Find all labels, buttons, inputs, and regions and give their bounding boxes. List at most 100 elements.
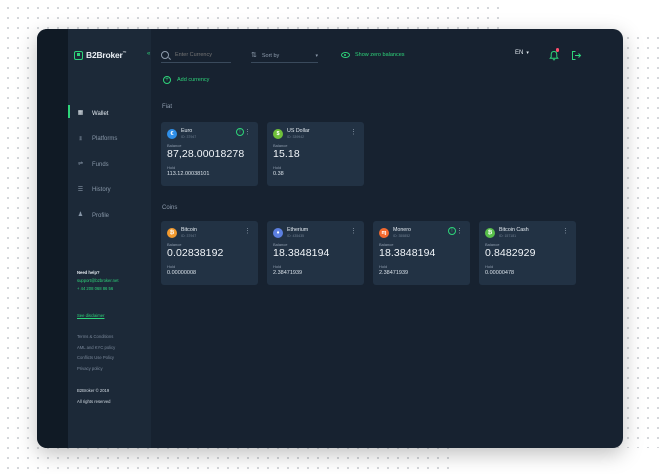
currency-card-euro[interactable]: € Euro ID: 37947 ! ⋮ Balance 87,28.00018… xyxy=(161,122,258,186)
brand-mark-icon xyxy=(74,50,83,60)
brand-logo[interactable]: B2Broker™ xyxy=(74,50,127,60)
hold-label: Hold xyxy=(167,264,176,269)
currency-id: ID: 435435 xyxy=(287,233,305,238)
aml-kyc-link[interactable]: AML and KYC policy xyxy=(77,343,115,354)
currency-name: Monero xyxy=(393,227,411,233)
section-title-fiat: Fiat xyxy=(162,104,173,110)
currency-card-us-dollar[interactable]: $ US Dollar ID: 339942 ⋮ Balance 15.18 H… xyxy=(267,122,364,186)
more-vertical-icon[interactable]: ⋮ xyxy=(244,228,251,235)
copyright-line: B2Broker © 2019 xyxy=(77,388,110,393)
ethereum-icon: ♦ xyxy=(273,227,283,238)
eye-icon xyxy=(341,52,350,58)
logout-icon xyxy=(572,51,582,60)
support-phone-link[interactable]: + 44 208 068 86 56 xyxy=(77,285,119,293)
hold-value: 0.00000478 xyxy=(485,270,515,276)
privacy-policy-link[interactable]: Privacy policy xyxy=(77,364,115,375)
sidebar-item-label: History xyxy=(92,187,111,194)
legal-links: Terms & Conditions AML and KYC policy Co… xyxy=(77,332,115,375)
currency-card-bitcoin[interactable]: ₿ Bitcoin ID: 37947 ⋮ Balance 0.02838192… xyxy=(161,221,258,285)
balance-value: 18.3848194 xyxy=(379,247,436,259)
hold-value: 113.12.00038101 xyxy=(167,171,210,177)
currency-id: ID: 355852 xyxy=(393,233,411,238)
show-zero-label: Show zero balances xyxy=(355,52,405,58)
wallet-icon: ▦ xyxy=(77,110,84,117)
conflicts-policy-link[interactable]: Conflicts Use Policy xyxy=(77,353,115,364)
brand-name: B2Broker™ xyxy=(86,50,127,60)
disclaimer-link[interactable]: See disclaimer xyxy=(77,313,104,318)
help-title: Need help? xyxy=(77,270,100,275)
currency-card-bitcoin-cash[interactable]: ₿ Bitcoin Cash ID: 157181 ⋮ Balance 0.84… xyxy=(479,221,576,285)
card-header: ₿ Bitcoin Cash ID: 157181 xyxy=(485,227,529,238)
euro-icon: € xyxy=(167,128,177,139)
rights-line: All rights reserved xyxy=(77,398,111,404)
collapse-sidebar-icon[interactable]: « xyxy=(147,51,150,57)
card-header: ₿ Bitcoin ID: 37947 xyxy=(167,227,197,238)
hold-label: Hold xyxy=(379,264,388,269)
section-title-coins: Coins xyxy=(162,205,178,211)
sort-icon: ⇅ xyxy=(251,52,257,59)
help-block: Need help? support@b2broker.net + 44 208… xyxy=(77,269,119,293)
hold-value: 0.00000008 xyxy=(167,270,197,276)
funds-icon: ⇌ xyxy=(77,161,84,168)
logout-button[interactable] xyxy=(571,48,582,60)
info-icon[interactable]: ! xyxy=(236,128,244,136)
window-bezel xyxy=(37,29,68,448)
sort-dropdown[interactable]: ⇅ Sort by ▾ xyxy=(251,52,318,63)
currency-card-monero[interactable]: ɱ Monero ID: 355852 ! ⋮ Balance 18.38481… xyxy=(373,221,470,285)
support-email-link[interactable]: support@b2broker.net xyxy=(77,277,119,285)
more-vertical-icon[interactable]: ⋮ xyxy=(562,228,569,235)
more-vertical-icon[interactable]: ⋮ xyxy=(244,129,251,136)
currency-name: US Dollar xyxy=(287,128,310,134)
balance-value: 15.18 xyxy=(273,148,300,160)
hold-label: Hold xyxy=(167,165,176,170)
add-currency-button[interactable]: + Add currency xyxy=(163,76,209,84)
background-gap xyxy=(500,0,666,30)
sidebar-item-history[interactable]: ☰ History xyxy=(68,178,151,204)
add-currency-label: Add currency xyxy=(177,77,210,83)
plus-icon: + xyxy=(163,76,171,84)
terms-link[interactable]: Terms & Conditions xyxy=(77,332,115,343)
search-icon xyxy=(161,51,169,59)
dollar-icon: $ xyxy=(273,128,283,139)
sidebar-item-label: Platforms xyxy=(92,136,118,143)
balance-value: 87,28.00018278 xyxy=(167,148,245,160)
show-zero-balances-toggle[interactable]: Show zero balances xyxy=(341,52,405,58)
card-header: € Euro ID: 37947 xyxy=(167,128,196,139)
info-icon[interactable]: ! xyxy=(448,227,456,235)
currency-id: ID: 157181 xyxy=(499,233,517,238)
sidebar-item-wallet[interactable]: ▦ Wallet xyxy=(68,101,151,127)
language-selector[interactable]: EN ▾ xyxy=(515,50,529,56)
sort-label: Sort by xyxy=(261,52,280,59)
hold-label: Hold xyxy=(485,264,494,269)
sidebar-item-profile[interactable]: ♟ Profile xyxy=(68,203,151,229)
monero-icon: ɱ xyxy=(379,227,389,238)
sidebar-item-platforms[interactable]: ⫫ Platforms xyxy=(68,127,151,153)
history-icon: ☰ xyxy=(77,186,84,193)
balance-value: 0.02838192 xyxy=(167,247,224,259)
profile-icon: ♟ xyxy=(77,212,84,219)
background-gap xyxy=(450,448,666,474)
more-vertical-icon[interactable]: ⋮ xyxy=(350,129,357,136)
card-title: Etherium ID: 435435 xyxy=(287,227,308,238)
sidebar-item-label: Funds xyxy=(92,161,109,168)
balance-value: 18.3848194 xyxy=(273,247,330,259)
notifications-button[interactable] xyxy=(549,48,559,61)
card-header: ♦ Etherium ID: 435435 xyxy=(273,227,308,238)
card-title: Euro ID: 37947 xyxy=(181,128,196,139)
currency-id: ID: 37947 xyxy=(181,233,197,238)
app-window: B2Broker™ « ▦ Wallet ⫫ Platforms ⇌ Funds… xyxy=(37,29,623,448)
sidebar-item-label: Wallet xyxy=(92,110,109,117)
chevron-down-icon: ▾ xyxy=(526,50,529,56)
card-header: $ US Dollar ID: 339942 xyxy=(273,128,310,139)
search-field[interactable] xyxy=(161,51,231,63)
more-vertical-icon[interactable]: ⋮ xyxy=(350,228,357,235)
currency-card-etherium[interactable]: ♦ Etherium ID: 435435 ⋮ Balance 18.38481… xyxy=(267,221,364,285)
sidebar-item-label: Profile xyxy=(92,212,110,219)
sidebar-item-funds[interactable]: ⇌ Funds xyxy=(68,152,151,178)
notification-dot xyxy=(555,48,559,52)
currency-id: ID: 37947 xyxy=(181,134,197,139)
search-input[interactable] xyxy=(175,52,230,58)
bitcoin-icon: ₿ xyxy=(167,227,177,238)
more-vertical-icon[interactable]: ⋮ xyxy=(456,228,463,235)
sidebar: B2Broker™ « ▦ Wallet ⫫ Platforms ⇌ Funds… xyxy=(68,29,151,448)
